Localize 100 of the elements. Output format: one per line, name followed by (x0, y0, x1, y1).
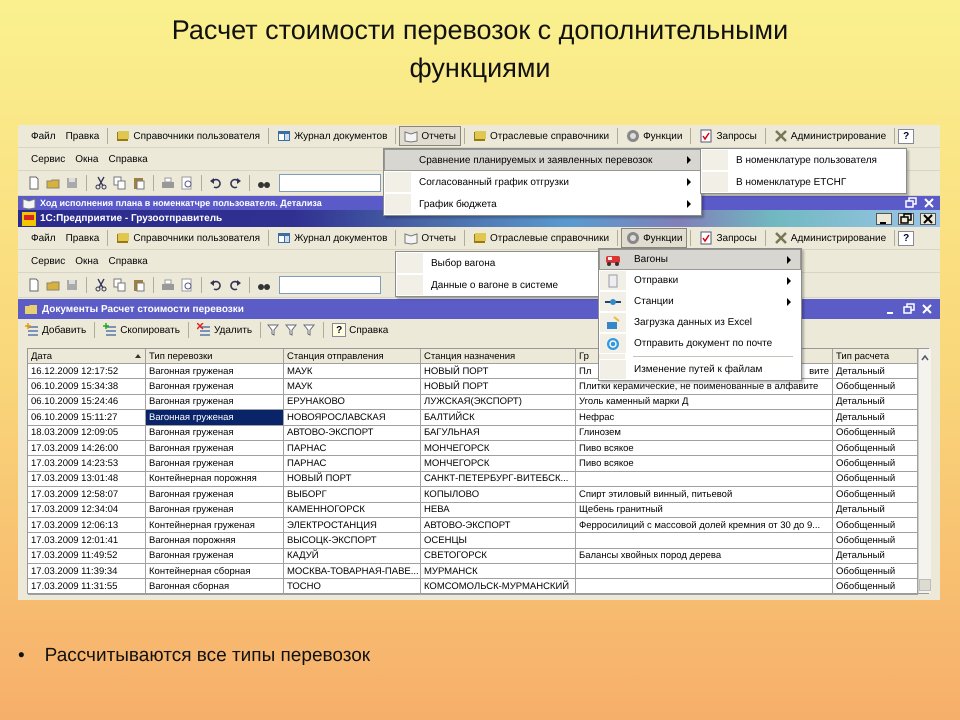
toolbar-button[interactable]: Скопировать (100, 322, 183, 338)
menu-item[interactable]: В номенклатуре пользователя (701, 149, 906, 171)
table-cell: ОСЕНЦЫ (421, 533, 576, 549)
menu-item[interactable]: Окна (70, 150, 104, 168)
menu-bar-item[interactable]: Администрирование (768, 228, 892, 248)
menu-item[interactable]: Окна (70, 252, 104, 270)
import-icon (605, 316, 621, 330)
table-cell: КАМЕННОГОРСК (284, 502, 421, 518)
table-cell: Контейнерная груженая (146, 518, 284, 534)
table-cell: 16.12.2009 12:17:52 (28, 364, 146, 380)
menu-bar-item[interactable]: Файл (26, 230, 61, 246)
menu-bar-item[interactable]: Правка (60, 128, 104, 144)
menu-item[interactable]: Загрузка данных из Excel (599, 312, 801, 333)
scrollbar[interactable] (918, 349, 931, 593)
printer-icon[interactable] (160, 175, 176, 191)
toolbar-button[interactable]: Добавить (22, 322, 90, 338)
table-cell: ВЫСОЦК-ЭКСПОРТ (284, 533, 421, 549)
table-cell: Вагонная груженая (146, 410, 284, 426)
toolbar-button[interactable]: ? Справка (329, 322, 392, 338)
menu-bar-item[interactable]: Функции (621, 126, 688, 146)
table-cell: НОВОЯРОСЛАВСКАЯ (284, 410, 421, 426)
menu-bar-item[interactable]: Отраслевые справочники (468, 126, 614, 146)
table-cell: МОНЧЕГОРСК (421, 440, 576, 456)
menu-item[interactable]: В номенклатуре ЕТСНГ (701, 171, 906, 193)
table-cell: НОВЫЙ ПОРТ (421, 379, 576, 395)
menu-item[interactable]: Справка (104, 252, 153, 270)
menu-item[interactable]: Сравнение планируемых и заявленных перевозок (384, 149, 701, 171)
scissors-icon[interactable] (93, 175, 109, 191)
search-field[interactable] (279, 276, 381, 294)
table-cell: 17.03.2009 11:39:34 (28, 564, 146, 580)
menu-bar-item[interactable]: Файл (26, 128, 61, 144)
table-cell: Спирт этиловый винный, питьевой (576, 487, 833, 503)
table-cell: Вагонная сборная (146, 579, 284, 595)
scissors-icon[interactable] (93, 277, 109, 293)
menu-item[interactable]: Изменение путей к файлам (599, 359, 801, 380)
table-cell: ЕРУНАКОВО (284, 394, 421, 410)
undo-icon[interactable] (208, 175, 224, 191)
paste-icon[interactable] (131, 175, 147, 191)
menu-item[interactable]: Согласованный график отгрузки (384, 171, 701, 193)
menu-bar-item[interactable]: Отчеты (399, 228, 461, 248)
delete-row-icon (196, 323, 211, 337)
menu-item[interactable]: Отправки (599, 270, 801, 291)
menu-item[interactable]: Сервис (26, 252, 70, 270)
copy-icon[interactable] (112, 277, 128, 293)
redo-icon[interactable] (227, 277, 243, 293)
column-header[interactable]: Дата (28, 349, 146, 364)
table-cell: Контейнерная сборная (146, 564, 284, 580)
undo-icon[interactable] (208, 277, 224, 293)
open-book-icon (404, 129, 418, 143)
search-field[interactable] (279, 174, 381, 192)
menu-bar-item[interactable]: Отчеты (399, 126, 461, 146)
menu-bar-item[interactable]: Отраслевые справочники (468, 228, 614, 248)
menu-item[interactable]: Вагоны (599, 249, 801, 270)
menu-bar-item[interactable]: Правка (60, 230, 104, 246)
menu-bar-item[interactable]: Запросы (694, 228, 762, 248)
menu-item[interactable]: Справка (104, 150, 153, 168)
table-cell: 06.10.2009 15:24:46 (28, 394, 146, 410)
column-header[interactable]: Тип расчета (833, 349, 918, 364)
toolbar-button[interactable]: Удалить (194, 322, 256, 338)
menu-item[interactable]: Сервис (26, 150, 70, 168)
menu-bar-item[interactable]: Функции (621, 228, 688, 248)
table-cell: НЕВА (421, 502, 576, 518)
menu-bar-item[interactable]: ? (898, 230, 914, 246)
column-header[interactable]: Тип перевозки (146, 349, 284, 364)
window-title: Документы Расчет стоимости перевозки (42, 304, 244, 314)
redo-icon[interactable] (227, 175, 243, 191)
table-cell: Ферросилиций с массовой долей кремния от 30 до 9... (576, 518, 833, 534)
submenu-arrow-icon (686, 175, 692, 189)
table-cell: ЛУЖСКАЯ(ЭКСПОРТ) (421, 394, 576, 410)
minimize-icon[interactable] (876, 212, 892, 224)
restore-icon[interactable] (898, 212, 914, 224)
menu-bar-item[interactable]: ? (898, 128, 914, 144)
menu-item[interactable]: Выбор вагона (396, 252, 599, 274)
printer-icon[interactable] (160, 277, 176, 293)
scroll-thumb[interactable] (919, 579, 931, 591)
menu-item[interactable]: График бюджета (384, 193, 701, 215)
slide-title: Расчет стоимости перевозок с дополнительными функциями (170, 14, 790, 85)
submenu-arrow-icon (686, 197, 692, 211)
menu-item[interactable]: Отправить документ по почте (599, 333, 801, 354)
menu-bar-item[interactable]: Справочники пользователя (111, 126, 266, 146)
table-cell: ВЫБОРГ (284, 487, 421, 503)
menu-bar-item[interactable]: Справочники пользователя (111, 228, 266, 248)
table-cell: Вагонная груженая (146, 502, 284, 518)
menu-bar-item[interactable]: Журнал документов (272, 126, 392, 146)
menu-bar-item[interactable]: Запросы (694, 126, 762, 146)
paste-icon[interactable] (131, 277, 147, 293)
table-cell: БАЛТИЙСК (421, 410, 576, 426)
menu-item[interactable]: Станции (599, 291, 801, 312)
menu-bar-item[interactable]: Журнал документов (272, 228, 392, 248)
table-cell: 17.03.2009 14:26:00 (28, 440, 146, 456)
menu-bar-item[interactable]: Администрирование (768, 126, 892, 146)
column-header[interactable]: Станция назначения (421, 349, 576, 364)
logo-icon (22, 212, 36, 226)
table-cell: ЭЛЕКТРОСТАНЦИЯ (284, 518, 421, 534)
window-icon (277, 231, 292, 245)
column-header[interactable]: Станция отправления (284, 349, 421, 364)
close-icon[interactable] (920, 212, 936, 224)
menu-item[interactable]: Данные о вагоне в системе (396, 274, 599, 296)
copy-icon[interactable] (112, 175, 128, 191)
table-cell: 17.03.2009 14:23:53 (28, 456, 146, 472)
